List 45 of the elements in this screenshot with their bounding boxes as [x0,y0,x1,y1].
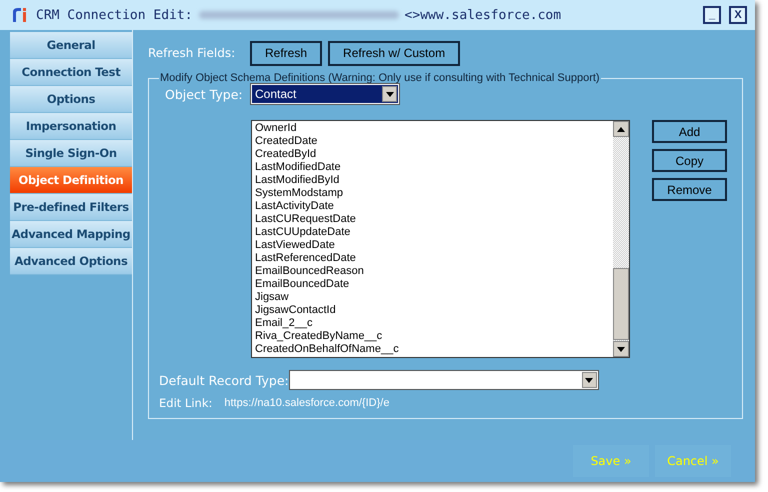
field-list-item[interactable]: SystemModstamp [255,187,610,200]
field-list-item[interactable]: EmailBouncedReason [255,265,610,278]
field-list-item[interactable]: Riva_CreatedByName__c [255,330,610,343]
sidebar-tab[interactable]: Single Sign-On [10,140,132,167]
minimize-button[interactable]: _ [703,6,721,24]
default-record-type-label: Default Record Type: [159,372,289,388]
field-list-item[interactable]: CreatedById [255,148,610,161]
window-title-host: <>www.salesforce.com [404,8,562,22]
field-list-item[interactable]: LastActivityDate [255,200,610,213]
edit-link-url: https://na10.salesforce.com/{ID}/e [224,397,390,409]
field-list-item[interactable]: EmailBouncedDate [255,278,610,291]
sidebar-tab[interactable]: Connection Test [10,59,132,86]
field-list-item[interactable]: LastModifiedById [255,174,610,187]
sidebar-tab[interactable]: Advanced Mapping [10,221,132,248]
field-list-item[interactable]: LastReferencedDate [255,252,610,265]
field-action-button[interactable]: Copy [652,149,727,172]
sidebar-tab[interactable]: Pre-defined Filters [10,194,132,221]
refresh-fields-label: Refresh Fields: [148,46,236,60]
refresh-button[interactable]: Refresh [250,40,322,66]
field-list-item[interactable]: Jigsaw [255,291,610,304]
field-list-item[interactable]: LastModifiedDate [255,161,610,174]
edit-link-label: Edit Link: [159,396,212,410]
refresh-button[interactable]: Refresh w/ Custom [328,40,460,66]
scrollbar[interactable] [613,121,629,357]
sidebar-tab[interactable]: Impersonation [10,113,132,140]
default-record-type-dropdown[interactable] [288,370,599,390]
scroll-thumb[interactable] [613,268,629,340]
window-title: CRM Connection Edit: [36,8,193,22]
group-legend: Modify Object Schema Definitions (Warning: Only use if consulting with Technical Support) [159,72,601,84]
field-action-button[interactable]: Add [652,120,727,143]
field-list-item[interactable]: CreatedOnBehalfOfName__c [255,343,610,356]
sidebar-tab[interactable]: General [10,32,132,59]
sidebar-tab[interactable]: Options [10,86,132,113]
field-list-item[interactable]: LastCUUpdateDate [255,226,610,239]
field-list-item[interactable]: LastCURequestDate [255,213,610,226]
field-action-button[interactable]: Remove [652,178,727,201]
field-list-item[interactable]: JigsawContactId [255,304,610,317]
field-list-item[interactable]: CreatedDate [255,135,610,148]
object-type-label: Object Type: [165,86,244,102]
field-list-item[interactable]: OwnerId [255,122,610,135]
field-list-item[interactable]: Email_2__c [255,317,610,330]
close-button[interactable]: X [729,6,747,24]
object-type-dropdown[interactable]: Contact [251,84,399,104]
field-list-item[interactable]: LastViewedDate [255,239,610,252]
sidebar-tab[interactable]: Advanced Options [10,248,132,275]
